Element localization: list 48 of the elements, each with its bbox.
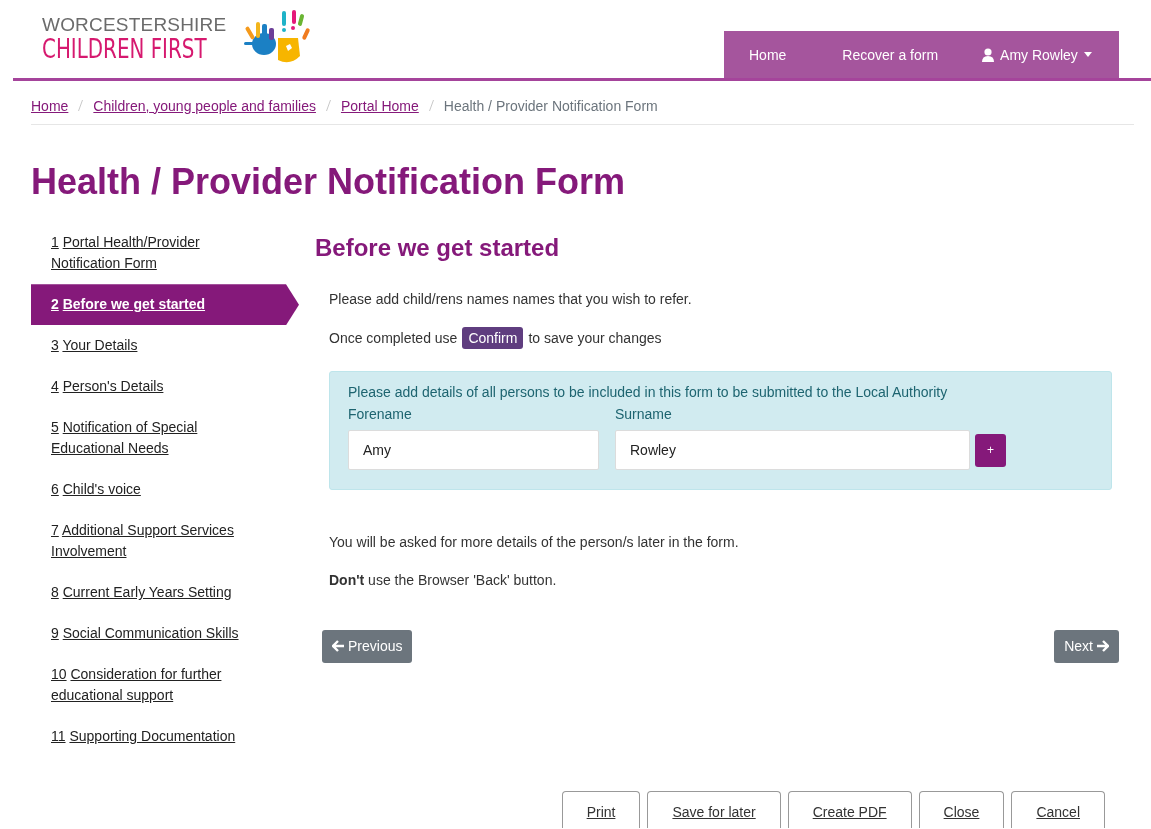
footer-button[interactable]: Print (561, 791, 641, 829)
page-title: Health / Provider Notification Form (31, 160, 627, 204)
nav-link[interactable]: Home (724, 31, 821, 78)
name-input[interactable]: Rowley (615, 430, 970, 470)
breadcrumb-current: Health / Provider Notification Form (443, 97, 658, 114)
panel-note: Please add details of all persons to be included in this form to be submitted to the Local Authority (348, 384, 949, 400)
step-link[interactable]: 6 Child's voice (31, 469, 299, 511)
step-link[interactable]: 11 Supporting Documentation (31, 716, 299, 758)
user-icon (982, 47, 995, 62)
section-heading: Before we get started (315, 234, 561, 263)
confirm-label: Confirm (462, 327, 524, 349)
arrow-left-icon (332, 640, 344, 653)
intro-text: Please add child/rens names names that you wish to refer. (329, 290, 693, 309)
step-link[interactable]: 10 Consideration for further educational support (31, 654, 299, 717)
breadcrumb-link[interactable]: Children, young people and families (93, 97, 316, 114)
add-button[interactable]: + (975, 434, 1006, 467)
footer-button[interactable]: Cancel (1011, 791, 1105, 829)
step-link[interactable]: 5 Notification of Special Educational Needs (31, 407, 299, 470)
breadcrumb-link[interactable]: Home (31, 97, 69, 114)
breadcrumb-link[interactable]: Portal Home (340, 97, 419, 114)
info-text: You will be asked for more details of the person/s later in the form. (329, 533, 740, 552)
step-link[interactable]: 4 Person's Details (31, 366, 299, 408)
user-menu[interactable]: Amy Rowley (960, 31, 1114, 78)
name-input[interactable]: Amy (348, 430, 599, 470)
field-label: Surname (615, 406, 673, 422)
arrow-right-icon (1097, 640, 1109, 653)
logo-text: CHILDREN FIRST (42, 35, 207, 62)
step-link[interactable]: 2 Before we get started (31, 284, 299, 326)
logo-text: WORCESTERSHIRE (42, 14, 228, 34)
step-link[interactable]: 8 Current Early Years Setting (31, 572, 299, 614)
nav-link[interactable]: Recover a form (820, 31, 961, 78)
footer-button[interactable]: Save for later (647, 791, 781, 829)
instruction-text: to save your changes (528, 330, 662, 346)
step-link[interactable]: 3 Your Details (31, 325, 299, 367)
footer-button[interactable]: Create PDF (787, 791, 912, 829)
footer-button[interactable]: Close (918, 791, 1005, 829)
step-link[interactable]: 1 Portal Health/Provider Notification Form (31, 222, 299, 285)
separator-icon (325, 100, 331, 111)
step-link[interactable]: 7 Additional Support Services Involvement (31, 510, 299, 573)
field-label: Forename (348, 406, 413, 422)
warning-text: Don't use the Browser 'Back' button. (329, 571, 558, 590)
step-link[interactable]: 9 Social Communication Skills (31, 613, 299, 655)
previous-button[interactable]: Previous (322, 630, 413, 663)
caret-icon (1083, 52, 1092, 57)
instruction-text: Once completed use (329, 330, 458, 346)
separator-icon (428, 100, 434, 111)
next-button[interactable]: Next (1054, 630, 1119, 663)
separator-icon (78, 100, 84, 111)
